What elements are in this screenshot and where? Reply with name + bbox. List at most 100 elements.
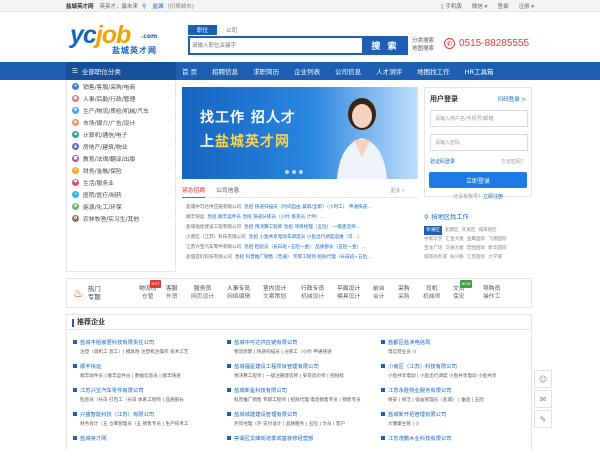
list-item[interactable]: 小南区（江苏）科技有限公司 急招 小鱼共享电动车调度员 小鱼出行调度运维（可...… [186, 232, 416, 242]
company-card[interactable]: 盐都区盐渎电信局 电信营业员 () [381, 338, 527, 360]
company-name[interactable]: 江苏兴宝汽车零件有限公司 [186, 244, 241, 250]
job-links[interactable]: 急招 预决算工程师 急招 项目经理（五险） 一级建造师... [244, 224, 360, 230]
quick-link[interactable]: 室内设计 [263, 285, 286, 293]
company-name[interactable]: 盐城新星科技有限公司 [234, 386, 287, 394]
company-name[interactable]: 盐城亚们科技有限公司 [186, 254, 232, 260]
company-card[interactable]: 盐城新星科技有限公司 科普推广销售 专职工程师 | 招商代理 电话销售专员 | 销… [227, 386, 373, 408]
login-button[interactable]: 立即登录 [429, 172, 527, 188]
all-categories-button[interactable]: ☰ 全部职位分类 [66, 62, 176, 80]
quick-link[interactable]: 采购 [398, 285, 410, 293]
company-jobs[interactable]: 物流装卸 | 快递扫描员 | 分拣工（小时 申通快递 [227, 349, 373, 355]
pager-dot[interactable] [285, 170, 289, 174]
company-name[interactable]: 盐城福星建设工程有限公司 [186, 224, 241, 230]
category-item[interactable]: ◆ 市场/媒介/广告/设计 › [67, 116, 175, 128]
wechat-link[interactable]: 微信 ▾ [472, 2, 488, 10]
area-link[interactable]: 汇金大厦 [445, 235, 463, 244]
company-name[interactable]: 盐城英才网 [80, 434, 107, 442]
quick-link[interactable]: 客服 [166, 285, 178, 293]
company-card[interactable]: 江苏兴宝汽车零件有限公司检验员（长白 打包工（长白 体系工程师 | 品质部长 [73, 386, 219, 408]
quick-link[interactable]: 人事专员 [227, 285, 250, 293]
category-item[interactable]: ✦ 销售/客服/采购/电商 › [67, 80, 175, 92]
company-name[interactable]: 盐城新开拓管理有限公司 [388, 410, 446, 418]
wechat-float-icon[interactable]: ☺ [534, 370, 552, 388]
area-link[interactable]: 开发区 [462, 226, 476, 235]
pager-dot[interactable] [299, 170, 303, 174]
site-name[interactable]: 盐城英才网 [66, 2, 94, 10]
nav-company-info[interactable]: 公司信息 [335, 66, 361, 76]
list-item[interactable]: 盐城亚们科技有限公司 急招 科普推广销售（普通） 专职工程师 招商代理（长白班+五… [186, 252, 416, 262]
area-link[interactable]: 亭湖区 [424, 226, 442, 235]
category-item[interactable]: ♥ 生活/服务业 › [67, 176, 175, 188]
quick-link[interactable]: 机械师 [423, 293, 440, 301]
company-jobs[interactable]: 财务会计（五 仓库管理员（五 销售专员 | 生产技术工 [73, 421, 219, 427]
company-card[interactable]: 盐城城建建设管理有限公司外贸经理（外 支付设计 | 品质服务 | 五险 | 文员… [227, 410, 373, 432]
quick-link[interactable]: 外贸 [166, 293, 178, 301]
company-jobs[interactable]: 小鱼共享电动 | 小鱼出行调度 小鱼共享电动 小鱼共享 [381, 373, 527, 379]
area-link[interactable]: 宝龙广场 [424, 244, 442, 253]
category-item[interactable]: ▲ 房地产/建筑/物业 › [67, 140, 175, 152]
company-jobs[interactable]: 预决算工程师 | 一级注册建造师 | 安装造价师 | 招投标 [227, 373, 373, 379]
more-link[interactable]: 更多 » [390, 186, 405, 198]
company-card[interactable]: 顺丰快运顺丰收件员 | 顺丰运件员 | 数据信息员 | 顺丰快递 [73, 362, 219, 384]
list-item[interactable]: 盐城中可达供应链有限公司 急招 快递扫描员（时间自由 兼职/全职）（小时工） 申通… [186, 202, 416, 212]
area-link[interactable]: 城南新区 [478, 226, 496, 235]
company-name[interactable]: 盐城丰稻家居科技有限责任公司 [80, 338, 154, 346]
nav-assessment[interactable]: 人才测评 [376, 66, 402, 76]
mobile-link[interactable]: ▯ 手机版 [441, 2, 462, 10]
company-name[interactable]: 顺丰快运 [80, 362, 101, 370]
quick-link[interactable]: 保安 [453, 293, 465, 301]
list-item[interactable]: 江苏兴宝汽车零件有限公司 急招 检验员（长白班+五险一金） 品质部长（五险一金）.… [186, 242, 416, 252]
company-name[interactable]: 盐都区盐渎电信局 [388, 338, 430, 346]
category-item[interactable]: ● 人事/后勤/行政/管理 › [67, 92, 175, 104]
nav-hr-tools[interactable]: HR工具箱 [465, 66, 494, 76]
login-link[interactable]: 登录 [497, 2, 508, 10]
company-jobs[interactable]: 注塑（调机工 普工）| 模具附 注塑机台操作 技术工艺 [73, 349, 219, 355]
category-search-link[interactable]: 分类搜索 [412, 37, 434, 45]
company-jobs[interactable]: 顺丰收件员 | 顺丰运件员 | 数据信息员 | 顺丰快递 [73, 373, 219, 379]
company-card[interactable]: 盐城丰稻家居科技有限责任公司注塑（调机工 普工）| 模具附 注塑机台操作 技术工… [73, 338, 219, 360]
company-name[interactable]: 江苏永胜物业服务有限公司 [388, 386, 452, 394]
area-link[interactable]: 振兴路 [450, 253, 464, 262]
password-field[interactable]: 请输入密码 [430, 134, 528, 151]
register-now-link[interactable]: 立即注册 [483, 194, 503, 200]
company-jobs[interactable]: 大健康主管 | () [381, 421, 527, 427]
company-card[interactable]: 盐城英才网 [73, 434, 219, 456]
quick-link[interactable]: 行政专员 [301, 285, 324, 293]
quick-link[interactable]: 机械设计 [301, 293, 324, 301]
company-name[interactable]: 江苏兴宝汽车零件有限公司 [80, 386, 144, 394]
company-card[interactable]: 盐城新开拓管理有限公司大健康主管 | () [381, 410, 527, 432]
quick-link[interactable]: 服务员 [191, 285, 214, 293]
pager-dot[interactable] [292, 170, 296, 174]
company-name[interactable]: 盐城中可达供应链有限公司 [186, 204, 241, 210]
message-icon[interactable]: ✉ [534, 390, 552, 408]
company-name[interactable]: 江苏茂鹏木业科技有限公司 [388, 434, 452, 442]
quick-link[interactable]: 前台 [373, 285, 385, 293]
category-item[interactable]: + 医院/医疗/制药 › [67, 188, 175, 200]
area-link[interactable]: 金鹰国际 [467, 235, 485, 244]
quick-link[interactable]: 操作工 [483, 293, 500, 301]
quick-link[interactable]: 模具设计 [337, 293, 360, 301]
company-jobs[interactable]: 检验员（长白 打包工（长白 体系工程师 | 品质部长 [73, 397, 219, 403]
quick-link[interactable]: 文案策划 [263, 293, 286, 301]
company-jobs[interactable]: 保安 | 保洁 | 宿舍管理员（盐城） | 垂后 | 五险 [381, 397, 527, 403]
nav-map-jobs[interactable]: 地图找工作 [417, 66, 450, 76]
job-links[interactable]: 急招 快递扫描员（时间自由 兼职/全职）（小时工） 申通快递... [244, 204, 371, 210]
company-card[interactable]: 江苏茂鹏木业科技有限公司 [381, 434, 527, 456]
code-login-link[interactable]: 验证码登录 [430, 158, 455, 165]
switch-city-link[interactable]: [切换城市] [167, 2, 193, 10]
company-name[interactable]: 顺丰快运 [186, 214, 204, 220]
company-name[interactable]: 盐城城建建设管理有限公司 [234, 410, 298, 418]
quick-link[interactable]: 网页设计 [191, 293, 214, 301]
company-name[interactable]: 盐城福星建设工程项目管理有限公司 [234, 362, 319, 370]
job-links[interactable]: 急招 科普推广销售（普通） 专职工程师 招商代理（长白班+五险... [235, 254, 372, 260]
quick-link[interactable]: 网络编辑 [227, 293, 250, 301]
register-link[interactable]: 注册 ▾ [518, 2, 534, 10]
area-link[interactable]: 中南华宇 [424, 235, 442, 244]
list-item[interactable]: 盐城福星建设工程有限公司 急招 预决算工程师 急招 项目经理（五险） 一级建造师.… [186, 222, 416, 232]
area-link[interactable]: 江苏国际 [467, 253, 485, 262]
feedback-icon[interactable]: ✎ [534, 410, 552, 428]
company-jobs[interactable]: 外贸经理（外 支付设计 | 品质服务 | 五险 | 文员 | 客户 [227, 421, 373, 427]
company-card[interactable]: 小南区（江苏）科技有限公司 小鱼共享电动 | 小鱼出行调度 小鱼共享电动 小鱼共享 [381, 362, 527, 384]
nav-resumes[interactable]: 求职简历 [253, 66, 279, 76]
company-name[interactable]: 兴盛智能科技（江苏）有限公司 [80, 410, 154, 418]
